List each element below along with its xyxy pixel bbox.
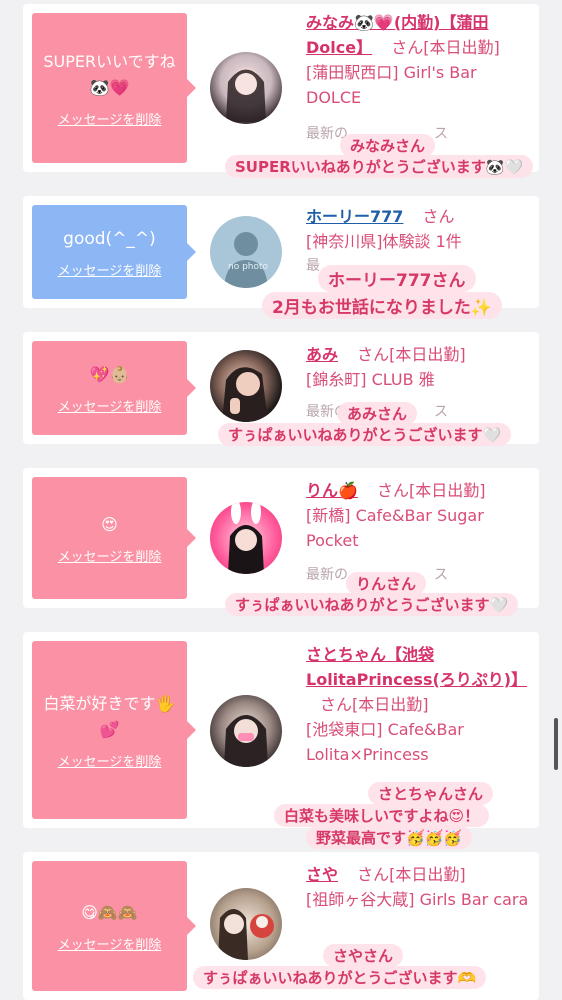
san-suffix: さん (357, 865, 390, 884)
girl-name-link[interactable]: りん🍎 (306, 481, 358, 500)
overlay-caption-text: 2月もお世話になりました✨ (262, 292, 502, 319)
avatar-photo (218, 909, 274, 960)
avatar-photo (228, 502, 264, 574)
girl-name-link[interactable]: さとちゃん【池袋LolitaPrincess(ろりぷり)】 (306, 645, 527, 689)
no-photo-label: no photo (228, 262, 269, 272)
avatar-photo (222, 367, 268, 422)
delete-message-link[interactable]: メッセージを削除 (58, 396, 162, 415)
delete-message-link[interactable]: メッセージを削除 (58, 109, 162, 128)
work-status: [本日出勤] (352, 695, 429, 714)
overlay-caption-name: さとちゃんさん (368, 782, 494, 805)
overlay-caption-name: さやさん (323, 944, 404, 967)
avatar[interactable] (210, 52, 282, 124)
delete-message-link[interactable]: メッセージを削除 (58, 260, 162, 279)
avatar-photo (224, 715, 268, 767)
shop-name: [新橋] Cafe&Bar Sugar Pocket (306, 506, 484, 550)
avatar[interactable]: no photo (210, 216, 282, 288)
message-bubble: 😍 メッセージを削除 (32, 477, 196, 599)
delete-message-link[interactable]: メッセージを削除 (58, 751, 162, 770)
message-text: SUPERいいですね🐼💗 (43, 51, 176, 97)
avatar[interactable] (210, 695, 282, 767)
profile-info: さや さん[本日出勤] [祖師ヶ谷大蔵] Girls Bar cara (306, 862, 529, 912)
work-status: [本日出勤] (409, 481, 486, 500)
san-suffix: さん (391, 38, 424, 57)
message-text: 💖👶🏼 (89, 364, 130, 384)
overlay-caption-name: りんさん (346, 572, 427, 595)
overlay-caption-text: すぅぱぁいいねありがとうございます🫶 (193, 966, 487, 989)
shop-name: [神奈川県]体験談 1件 (306, 232, 462, 251)
work-status: [本日出勤] (389, 865, 466, 884)
avatar[interactable] (210, 350, 282, 422)
message-bubble: 白菜が好きです🖐💕 メッセージを削除 (32, 641, 196, 819)
avatar[interactable] (210, 502, 282, 574)
san-suffix: さん (422, 207, 455, 226)
work-status: [本日出勤] (423, 38, 500, 57)
avatar[interactable] (210, 888, 282, 960)
message-card: 😍 メッセージを削除 りん🍎 さん[本日出勤] [新橋] Cafe&Bar Su… (23, 468, 539, 608)
girl-name-link[interactable]: さや (306, 865, 338, 884)
shop-name: [池袋東口] Cafe&Bar Lolita×Princess (306, 720, 464, 764)
shop-name: [祖師ヶ谷大蔵] Girls Bar cara (306, 890, 529, 909)
san-suffix: さん (320, 695, 353, 714)
delete-message-link[interactable]: メッセージを削除 (58, 546, 162, 565)
message-text: 白菜が好きです🖐💕 (43, 693, 176, 739)
overlay-caption-text: SUPERいいねありがとうございます🐼🤍 (225, 155, 534, 178)
san-suffix: さん (357, 345, 390, 364)
girl-name-link[interactable]: あみ (306, 345, 338, 364)
overlay-caption-text: 白菜も美味しいですよね😍！ (274, 804, 490, 827)
scrollbar[interactable] (554, 718, 558, 770)
work-status: [本日出勤] (389, 345, 466, 364)
message-bubble: good(^_^) メッセージを削除 (32, 205, 196, 299)
overlay-caption-name: あみさん (337, 402, 418, 425)
overlay-caption-text: すぅぱぁいいねありがとうございます🤍 (225, 593, 519, 616)
girl-name-link[interactable]: ホーリー777 (306, 207, 403, 226)
no-photo-icon (224, 232, 268, 288)
avatar-photo (226, 68, 266, 122)
overlay-caption-text2: 野菜最高です🥳🥳🥳 (306, 826, 473, 849)
shop-name: [蒲田駅西口] Girl's Bar DOLCE (306, 63, 477, 107)
message-text: 😍 (101, 514, 118, 534)
profile-info: さとちゃん【池袋LolitaPrincess(ろりぷり)】 さん[本日出勤] [… (306, 642, 529, 767)
profile-info: みなみ🐼💗(内勤)【蒲田Dolce】 さん[本日出勤] [蒲田駅西口] Girl… (306, 10, 529, 147)
message-text: 😋🙈🙈 (81, 902, 138, 922)
delete-message-link[interactable]: メッセージを削除 (58, 934, 162, 953)
message-card: SUPERいいですね🐼💗 メッセージを削除 みなみ🐼💗(内勤)【蒲田Dolce】… (23, 4, 539, 172)
overlay-caption-name: みなみさん (340, 134, 436, 157)
message-text: good(^_^) (63, 228, 156, 249)
overlay-caption-name: ホーリー777さん (318, 265, 476, 292)
message-bubble: 😋🙈🙈 メッセージを削除 (32, 861, 196, 991)
shop-name: [錦糸町] CLUB 雅 (306, 370, 435, 389)
san-suffix: さん (377, 481, 410, 500)
message-bubble: 💖👶🏼 メッセージを削除 (32, 341, 196, 435)
message-bubble: SUPERいいですね🐼💗 メッセージを削除 (32, 13, 196, 163)
overlay-caption-text: すぅぱぁいいねありがとうございます🤍 (218, 423, 512, 446)
